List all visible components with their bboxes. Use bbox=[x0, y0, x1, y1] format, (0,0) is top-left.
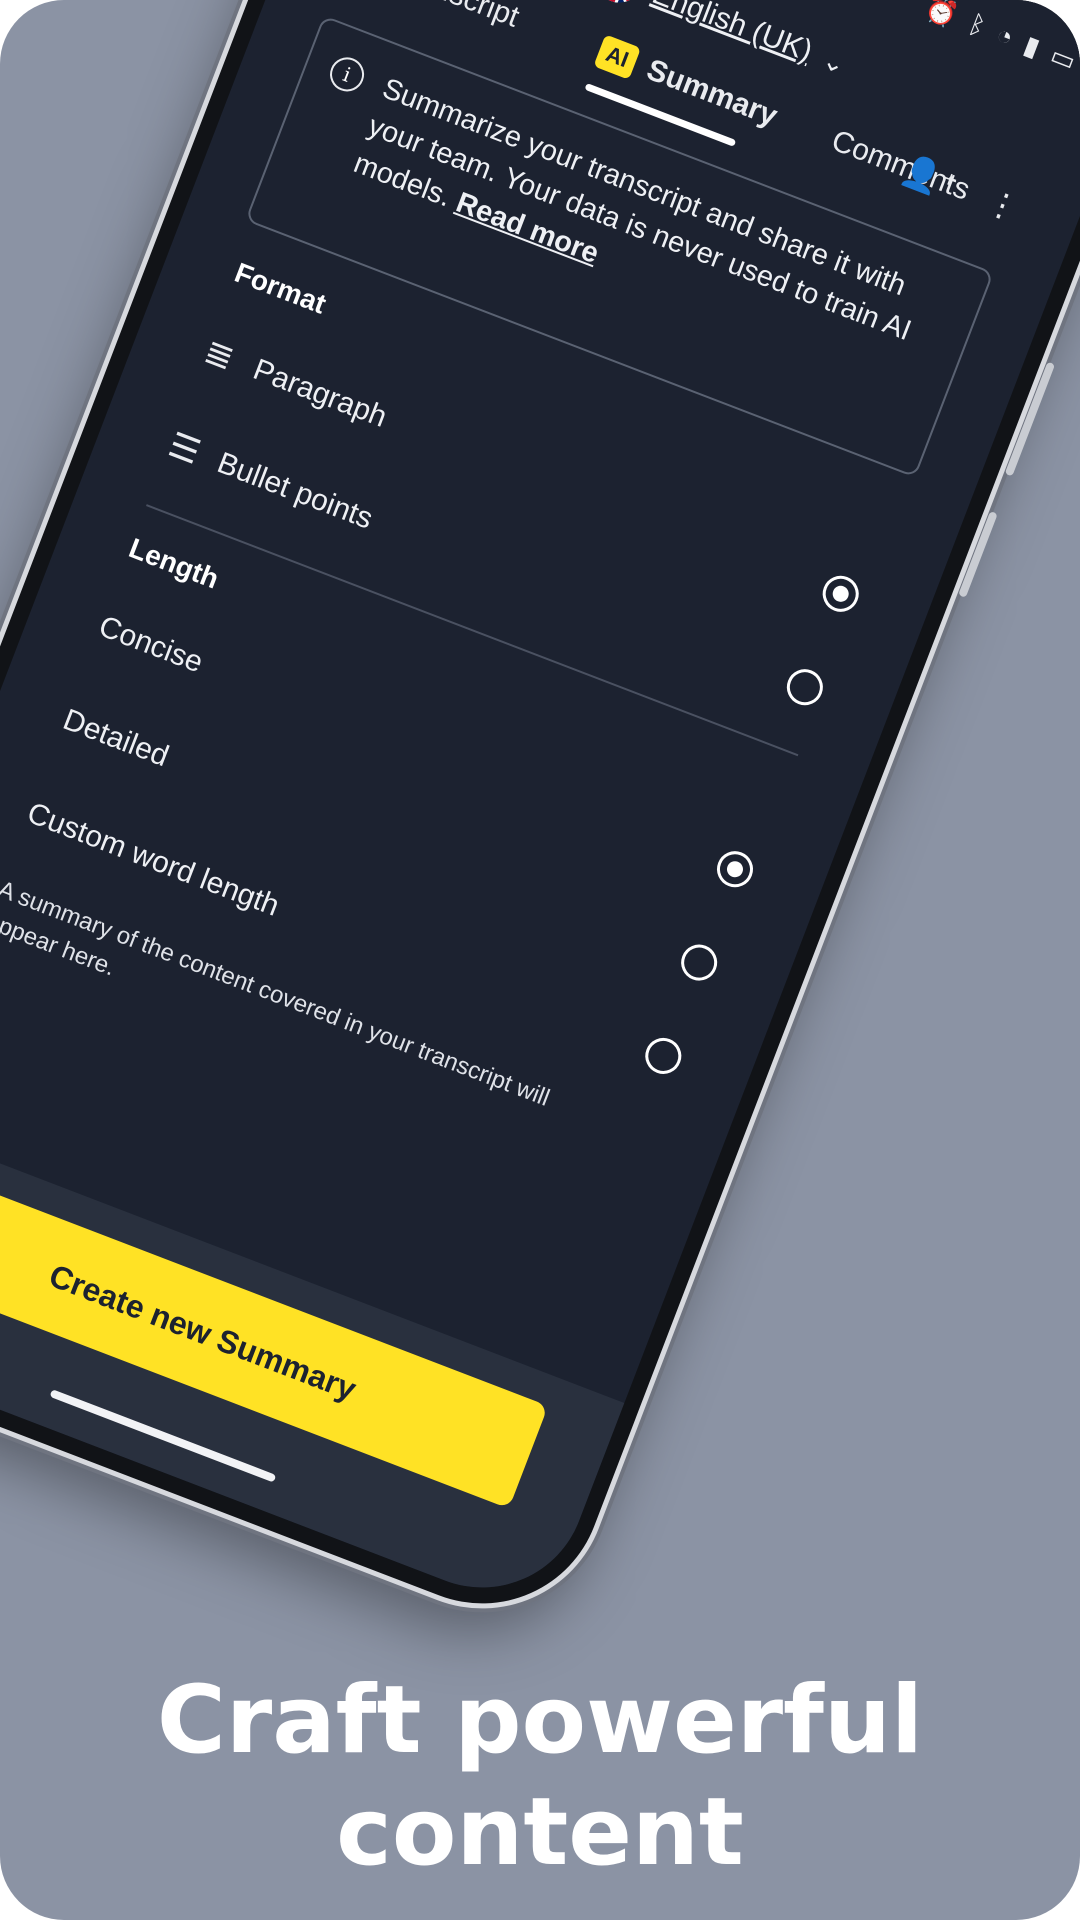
tab-transcript[interactable]: Transcript bbox=[388, 0, 523, 35]
caption-line-2: content bbox=[336, 1778, 744, 1887]
status-bar: ⏰ ᛒ ◔ ▮ ▭ bbox=[921, 0, 1080, 77]
tab-summary-label: Summary bbox=[642, 53, 782, 133]
battery-icon: ▭ bbox=[1046, 39, 1080, 77]
length-section-title: Length bbox=[124, 532, 224, 595]
uk-flag-icon bbox=[589, 0, 649, 10]
format-section-title: Format bbox=[230, 256, 331, 320]
phone-mockup: ⏰ ᛒ ◔ ▮ ▭ ‹ Engli bbox=[0, 0, 1080, 1639]
caption-line-1: Craft powerful bbox=[156, 1666, 924, 1775]
bluetooth-icon: ᛒ bbox=[964, 8, 990, 42]
chevron-down-icon: ⌄ bbox=[818, 43, 850, 80]
wifi-icon: ◔ bbox=[992, 18, 1018, 53]
signal-icon: ▮ bbox=[1019, 29, 1045, 63]
promo-caption: Craft powerful content bbox=[0, 1665, 1080, 1889]
promo-background: ⏰ ᛒ ◔ ▮ ▭ ‹ Engli bbox=[0, 0, 1080, 1920]
info-icon: i bbox=[325, 52, 370, 97]
alarm-icon: ⏰ bbox=[921, 0, 963, 32]
ai-badge: AI bbox=[593, 34, 642, 80]
